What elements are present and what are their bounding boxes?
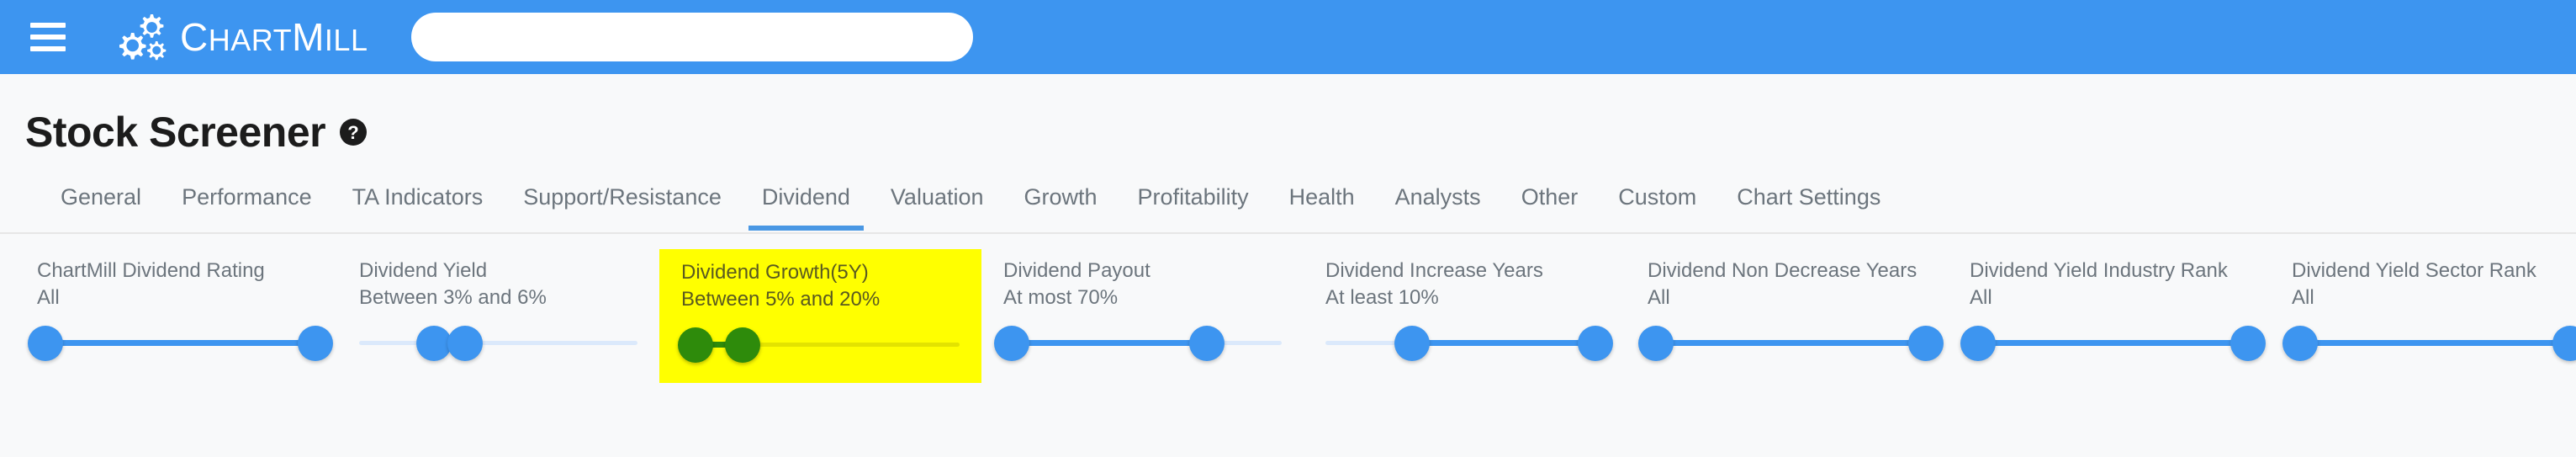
slider-selected-range xyxy=(1977,340,2248,347)
range-slider[interactable] xyxy=(1960,321,2266,366)
filter-label: Dividend Payout xyxy=(1003,259,1150,282)
slider-handle-min[interactable] xyxy=(2282,326,2318,362)
filter-dividend-growth-5y: Dividend Growth(5Y) Between 5% and 20% xyxy=(659,249,981,384)
filter-dividend-increase-years: Dividend Increase Years At least 10% xyxy=(1304,249,1626,378)
hamburger-bar xyxy=(30,46,66,51)
filter-dividend-payout: Dividend Payout At most 70% xyxy=(981,249,1304,378)
filter-dividend-yield-sector-rank: Dividend Yield Sector Rank All xyxy=(2270,249,2576,378)
slider-handle-max[interactable] xyxy=(2230,326,2266,362)
tab-dividend[interactable]: Dividend xyxy=(742,182,870,231)
filter-label: Dividend Increase Years xyxy=(1325,259,1543,282)
brand-c: C xyxy=(180,15,209,59)
slider-handle-max[interactable] xyxy=(447,326,483,362)
tab-general[interactable]: General xyxy=(40,182,161,229)
brand-logo[interactable]: CHARTMILL xyxy=(119,9,368,65)
slider-handle-max[interactable] xyxy=(298,326,333,362)
slider-handle-max[interactable] xyxy=(2552,326,2576,362)
tab-label: Valuation xyxy=(890,184,984,210)
svg-text:?: ? xyxy=(347,122,358,143)
filter-value: All xyxy=(1648,285,1670,309)
tab-label: Analysts xyxy=(1394,184,1481,210)
tab-custom[interactable]: Custom xyxy=(1598,182,1716,229)
tab-ta-indicators[interactable]: TA Indicators xyxy=(332,182,504,229)
tab-valuation[interactable]: Valuation xyxy=(870,182,1004,229)
tab-support-resistance[interactable]: Support/Resistance xyxy=(503,182,742,229)
filter-label: ChartMill Dividend Rating xyxy=(37,259,265,282)
tab-health[interactable]: Health xyxy=(1269,182,1375,229)
help-circle-icon[interactable]: ? xyxy=(339,118,368,146)
slider-handle-min[interactable] xyxy=(677,327,713,364)
search-input[interactable] xyxy=(411,13,974,61)
filter-dividend-yield: Dividend Yield Between 3% and 6% xyxy=(337,249,659,378)
slider-selected-range xyxy=(1011,340,1207,347)
filter-value: Between 5% and 20% xyxy=(681,287,881,311)
tab-label: TA Indicators xyxy=(352,184,484,210)
slider-handle-max[interactable] xyxy=(724,327,760,364)
slider-selected-range xyxy=(1655,340,1926,347)
filter-category-tabs: General Performance TA Indicators Support/R… xyxy=(0,182,2576,234)
page-title: Stock Screener xyxy=(25,109,326,156)
brand-name: CHARTMILL xyxy=(180,18,368,56)
filter-label: Dividend Yield xyxy=(359,259,488,282)
filter-label: Dividend Yield Industry Rank xyxy=(1970,259,2228,282)
tab-label: Chart Settings xyxy=(1737,184,1881,210)
slider-track[interactable] xyxy=(359,341,637,346)
range-slider[interactable] xyxy=(1325,321,1614,366)
slider-handle-min[interactable] xyxy=(1960,326,1996,362)
slider-handle-min[interactable] xyxy=(1637,326,1674,362)
slider-selected-range xyxy=(1411,340,1596,347)
tab-label: Custom xyxy=(1618,184,1697,210)
slider-handle-min[interactable] xyxy=(27,326,63,362)
hamburger-bar xyxy=(30,35,66,40)
filter-value: Between 3% and 6% xyxy=(359,285,547,309)
range-slider[interactable] xyxy=(993,321,1282,366)
tab-label: Growth xyxy=(1024,184,1098,210)
slider-handle-min[interactable] xyxy=(993,326,1029,362)
filter-dividend-yield-industry-rank: Dividend Yield Industry Rank All xyxy=(1948,249,2270,378)
tab-label: Dividend xyxy=(761,184,850,210)
slider-handle-max[interactable] xyxy=(1188,326,1225,362)
tab-chart-settings[interactable]: Chart Settings xyxy=(1716,182,1901,229)
tab-label: Support/Resistance xyxy=(523,184,722,210)
tab-analysts[interactable]: Analysts xyxy=(1375,182,1501,229)
filter-slider-row: ChartMill Dividend Rating All Dividend Yie… xyxy=(0,249,2576,384)
tab-profitability[interactable]: Profitability xyxy=(1118,182,1269,229)
filter-value: All xyxy=(1970,285,1992,309)
tab-label: General xyxy=(61,184,142,210)
slider-selected-range xyxy=(2299,340,2570,347)
filter-value: All xyxy=(37,285,60,309)
filter-value: All xyxy=(2292,285,2314,309)
range-slider[interactable] xyxy=(677,322,960,368)
tab-label: Profitability xyxy=(1137,184,1249,210)
filter-dividend-non-decrease-years: Dividend Non Decrease Years All xyxy=(1626,249,1948,378)
slider-handle-max[interactable] xyxy=(1578,326,1614,362)
tab-performance[interactable]: Performance xyxy=(161,182,332,229)
page-header: Stock Screener ? xyxy=(25,111,2576,153)
range-slider[interactable] xyxy=(359,321,637,366)
range-slider[interactable] xyxy=(2282,321,2576,366)
tab-label: Performance xyxy=(182,184,312,210)
gears-icon xyxy=(119,14,167,61)
tab-growth[interactable]: Growth xyxy=(1004,182,1118,229)
range-slider[interactable] xyxy=(1637,321,1944,366)
tab-other[interactable]: Other xyxy=(1501,182,1599,229)
filter-chartmill-dividend-rating: ChartMill Dividend Rating All xyxy=(15,249,337,378)
brand-ill: ILL xyxy=(324,23,368,57)
hamburger-bar xyxy=(30,23,66,28)
filter-label: Dividend Yield Sector Rank xyxy=(2292,259,2536,282)
hamburger-menu-icon[interactable] xyxy=(30,23,66,51)
tab-label: Other xyxy=(1521,184,1579,210)
slider-selected-range xyxy=(45,340,315,347)
filter-label: Dividend Non Decrease Years xyxy=(1648,259,1917,282)
brand-hart: HART xyxy=(208,23,293,57)
filter-value: At most 70% xyxy=(1003,285,1119,309)
brand-m: M xyxy=(292,15,325,59)
slider-handle-min[interactable] xyxy=(1394,326,1430,362)
filter-label: Dividend Growth(5Y) xyxy=(681,261,869,284)
slider-handle-max[interactable] xyxy=(1908,326,1944,362)
filter-value: At least 10% xyxy=(1325,285,1439,309)
range-slider[interactable] xyxy=(27,321,333,366)
top-navigation-bar: CHARTMILL xyxy=(0,0,2576,74)
tab-label: Health xyxy=(1288,184,1355,210)
